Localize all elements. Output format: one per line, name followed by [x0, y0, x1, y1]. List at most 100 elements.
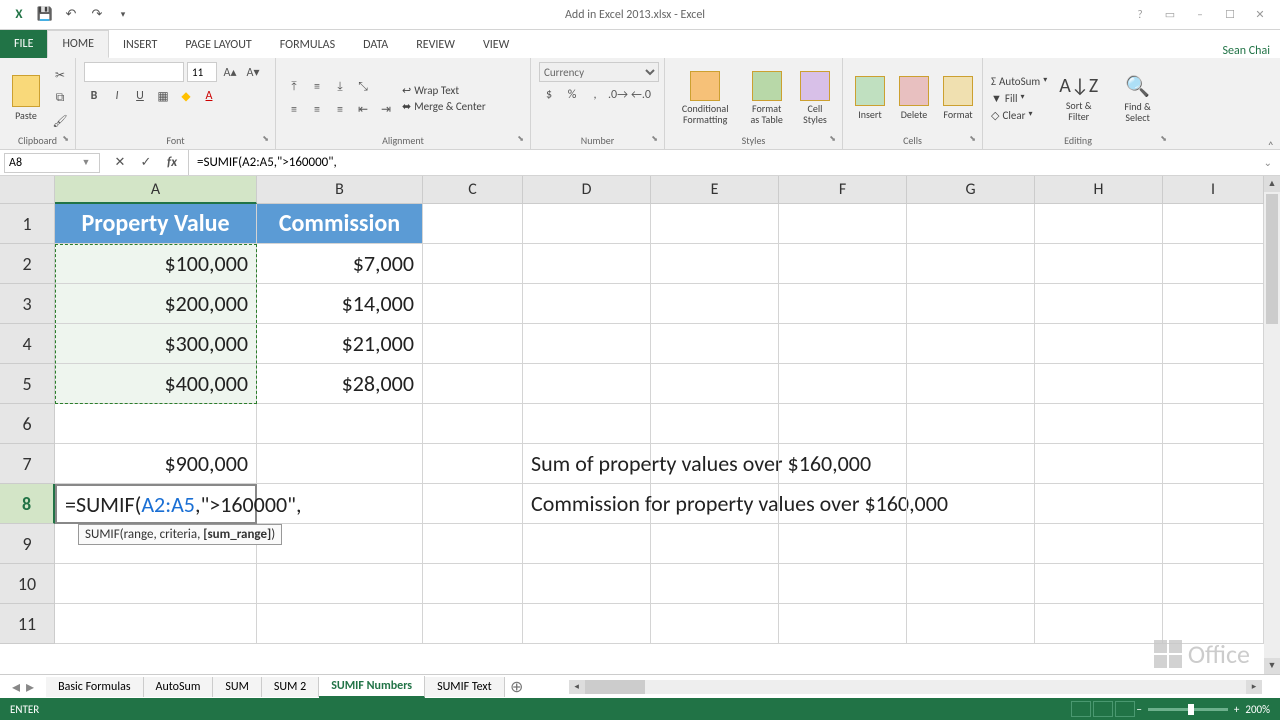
cell-styles-button[interactable]: Cell Styles — [796, 69, 834, 127]
cell[interactable] — [1035, 404, 1163, 444]
sheet-tab-active[interactable]: SUMIF Numbers — [319, 676, 425, 698]
col-header-B[interactable]: B — [257, 176, 423, 204]
tab-view[interactable]: VIEW — [469, 32, 523, 58]
cell[interactable] — [523, 564, 651, 604]
cell[interactable] — [1035, 324, 1163, 364]
cell[interactable] — [779, 404, 907, 444]
decrease-font-icon[interactable]: A▾ — [243, 62, 263, 82]
cell[interactable] — [55, 404, 257, 444]
cell[interactable] — [423, 324, 523, 364]
tab-home[interactable]: HOME — [47, 30, 109, 58]
wrap-text-button[interactable]: ↩Wrap Text — [402, 84, 486, 97]
cell[interactable] — [423, 244, 523, 284]
sheet-tab[interactable]: AutoSum — [144, 677, 214, 697]
cell[interactable] — [651, 364, 779, 404]
currency-icon[interactable]: $ — [539, 85, 559, 105]
sheet-tab[interactable]: SUMIF Text — [425, 677, 505, 697]
cell[interactable] — [423, 404, 523, 444]
name-box-dropdown-icon[interactable]: ▼ — [77, 157, 95, 168]
cell[interactable] — [523, 604, 651, 644]
cell[interactable] — [651, 564, 779, 604]
cell[interactable] — [423, 604, 523, 644]
cell[interactable] — [1035, 484, 1163, 524]
cell[interactable] — [1035, 604, 1163, 644]
tab-data[interactable]: DATA — [349, 32, 402, 58]
align-middle-icon[interactable]: ≡ — [307, 77, 327, 97]
cell-A4[interactable]: $300,000 — [55, 324, 257, 364]
normal-view-icon[interactable] — [1071, 701, 1091, 717]
cell[interactable] — [257, 404, 423, 444]
page-layout-view-icon[interactable] — [1093, 701, 1113, 717]
cell[interactable] — [1163, 484, 1264, 524]
cell[interactable] — [779, 284, 907, 324]
undo-icon[interactable]: ↶ — [60, 4, 82, 26]
zoom-in-icon[interactable]: + — [1234, 703, 1239, 716]
font-family-select[interactable] — [84, 62, 184, 82]
cell[interactable] — [651, 524, 779, 564]
cell[interactable] — [651, 324, 779, 364]
col-header-F[interactable]: F — [779, 176, 907, 204]
cell[interactable] — [523, 364, 651, 404]
row-header[interactable]: 5 — [0, 364, 55, 404]
scroll-down-icon[interactable]: ▼ — [1264, 658, 1280, 674]
font-size-input[interactable] — [187, 62, 217, 82]
save-icon[interactable]: 💾 — [34, 4, 56, 26]
col-header-E[interactable]: E — [651, 176, 779, 204]
cell[interactable] — [523, 524, 651, 564]
cell[interactable] — [779, 244, 907, 284]
cell[interactable] — [651, 404, 779, 444]
cancel-formula-icon[interactable]: ✕ — [112, 155, 128, 170]
cell[interactable] — [779, 484, 907, 524]
align-center-icon[interactable]: ≡ — [307, 100, 327, 120]
fill-color-icon[interactable]: ◆ — [176, 86, 196, 106]
col-header-A[interactable]: A — [55, 176, 257, 204]
formula-bar-expand-icon[interactable]: ⌄ — [1256, 156, 1280, 169]
tab-page-layout[interactable]: PAGE LAYOUT — [171, 32, 265, 58]
cell[interactable] — [1163, 284, 1264, 324]
cell[interactable] — [907, 444, 1035, 484]
sheet-nav-first-icon[interactable]: ◂ — [12, 677, 20, 697]
redo-icon[interactable]: ↷ — [86, 4, 108, 26]
cell[interactable] — [779, 564, 907, 604]
cell[interactable] — [907, 564, 1035, 604]
tab-file[interactable]: FILE — [0, 30, 47, 58]
cell[interactable] — [1163, 404, 1264, 444]
cell[interactable] — [423, 364, 523, 404]
insert-cells-button[interactable]: Insert — [851, 74, 889, 123]
cell[interactable] — [779, 524, 907, 564]
autosum-button[interactable]: ΣAutoSum▾ — [991, 75, 1047, 88]
decrease-indent-icon[interactable]: ⇤ — [353, 100, 373, 120]
cell[interactable] — [907, 204, 1035, 244]
percent-icon[interactable]: % — [562, 85, 582, 105]
horizontal-scrollbar[interactable]: ◂ ▸ — [569, 680, 1262, 694]
insert-function-icon[interactable]: fx — [164, 155, 180, 170]
cell[interactable] — [907, 604, 1035, 644]
cell[interactable] — [423, 444, 523, 484]
spreadsheet-grid[interactable]: A B C D E F G H I 1 Property Value Commi… — [0, 176, 1280, 674]
cell[interactable] — [651, 244, 779, 284]
conditional-formatting-button[interactable]: Conditional Formatting — [673, 69, 737, 127]
cell-D8[interactable]: Commission for property values over $160… — [523, 484, 651, 524]
cell[interactable] — [523, 204, 651, 244]
cell[interactable] — [651, 284, 779, 324]
format-as-table-button[interactable]: Format as Table — [743, 69, 790, 127]
cell[interactable] — [523, 244, 651, 284]
sheet-nav-last-icon[interactable]: ▸ — [26, 677, 34, 697]
cell[interactable] — [55, 564, 257, 604]
tab-formulas[interactable]: FORMULAS — [266, 32, 349, 58]
cell[interactable] — [1163, 564, 1264, 604]
name-box-input[interactable] — [5, 156, 77, 170]
cell-A7[interactable]: $900,000 — [55, 444, 257, 484]
row-header[interactable]: 10 — [0, 564, 55, 604]
increase-indent-icon[interactable]: ⇥ — [376, 100, 396, 120]
delete-cells-button[interactable]: Delete — [895, 74, 933, 123]
vertical-scrollbar[interactable]: ▲ ▼ — [1264, 176, 1280, 674]
cell-A5[interactable]: $400,000 — [55, 364, 257, 404]
cell[interactable] — [1163, 364, 1264, 404]
cell-B4[interactable]: $21,000 — [257, 324, 423, 364]
col-header-D[interactable]: D — [523, 176, 651, 204]
cell[interactable] — [907, 244, 1035, 284]
align-bottom-icon[interactable]: ⤓ — [330, 77, 350, 97]
cell[interactable] — [907, 484, 1035, 524]
row-header[interactable]: 1 — [0, 204, 55, 244]
